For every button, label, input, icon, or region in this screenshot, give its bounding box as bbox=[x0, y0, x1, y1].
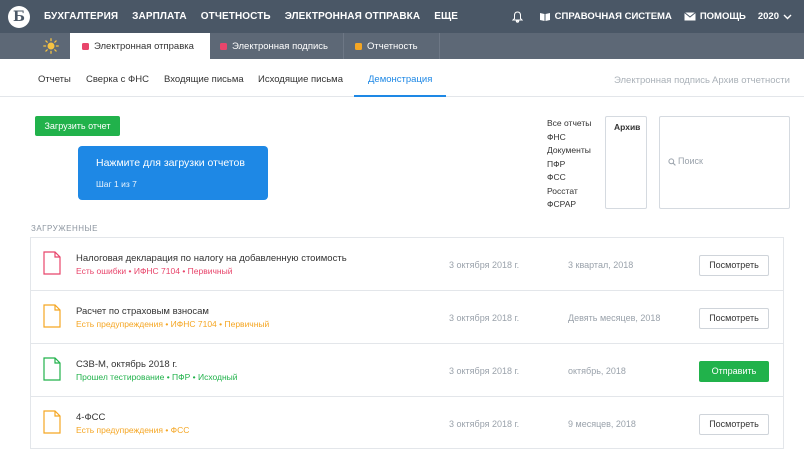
mail-icon bbox=[684, 12, 696, 21]
filter-fns[interactable]: ФНС bbox=[547, 131, 591, 145]
report-date: 3 октября 2018 г. bbox=[449, 419, 520, 429]
upload-report-button[interactable]: Загрузить отчет bbox=[35, 116, 120, 136]
report-status: Прошел тестирование • ПФР • Исходный bbox=[76, 372, 238, 382]
report-date: 3 октября 2018 г. bbox=[449, 366, 520, 376]
year-label: 2020 bbox=[757, 11, 779, 22]
report-period: 3 квартал, 2018 bbox=[568, 260, 634, 270]
table-row[interactable]: Расчет по страховым взносам Есть предупр… bbox=[30, 290, 784, 343]
section-tabs: Отчеты Сверка с ФНС Входящие письма Исхо… bbox=[0, 59, 804, 97]
report-name[interactable]: 4-ФСС bbox=[76, 412, 105, 423]
window-tab-label: Электронная подпись bbox=[232, 40, 328, 52]
nav-salary[interactable]: ЗАРПЛАТА bbox=[132, 11, 187, 22]
top-bar: Б БУХГАЛТЕРИЯ ЗАРПЛАТА ОТЧЕТНОСТЬ ЭЛЕКТР… bbox=[0, 0, 804, 33]
view-button[interactable]: Посмотреть bbox=[699, 414, 769, 435]
archive-filter[interactable]: Архив bbox=[605, 116, 647, 209]
sun-icon[interactable] bbox=[43, 38, 59, 54]
link-electronic-signature[interactable]: Электронная подпись bbox=[614, 59, 710, 97]
tab-color-marker bbox=[220, 42, 227, 50]
document-icon bbox=[43, 410, 61, 434]
window-tab-reporting[interactable]: Отчетность bbox=[345, 33, 440, 59]
report-period: октябрь, 2018 bbox=[568, 366, 626, 376]
tooltip-step: Шаг 1 из 7 bbox=[96, 179, 137, 189]
report-status: Есть предупреждения • ИФНС 7104 • Первич… bbox=[76, 319, 270, 329]
window-tab-electronic-sending[interactable]: Электронная отправка bbox=[70, 33, 210, 59]
report-filter-list: Все отчеты ФНС Документы ПФР ФСС Росстат… bbox=[547, 117, 591, 212]
tooltip-title: Нажмите для загрузки отчетов bbox=[96, 157, 245, 169]
nav-electronic-sending[interactable]: ЭЛЕКТРОННАЯ ОТПРАВКА bbox=[285, 11, 420, 22]
book-icon bbox=[539, 12, 550, 21]
report-date: 3 октября 2018 г. bbox=[449, 313, 520, 323]
section-title-uploaded: ЗАГРУЖЕННЫЕ bbox=[31, 224, 98, 233]
nav-more[interactable]: ЕЩЕ bbox=[434, 11, 458, 22]
nav-reporting[interactable]: ОТЧЕТНОСТЬ bbox=[201, 11, 271, 22]
bell-icon bbox=[511, 10, 523, 23]
onboarding-tooltip[interactable]: Нажмите для загрузки отчетов Шаг 1 из 7 bbox=[78, 146, 268, 200]
main-nav: БУХГАЛТЕРИЯ ЗАРПЛАТА ОТЧЕТНОСТЬ ЭЛЕКТРОН… bbox=[44, 0, 472, 33]
search-icon bbox=[668, 158, 676, 166]
search-input[interactable] bbox=[678, 156, 778, 166]
link-reporting-archive[interactable]: Архив отчетности bbox=[712, 59, 790, 97]
year-selector[interactable]: 2020 bbox=[758, 11, 792, 22]
nav-accounting[interactable]: БУХГАЛТЕРИЯ bbox=[44, 11, 118, 22]
window-tab-strip: Электронная отправка Электронная подпись… bbox=[0, 33, 804, 59]
uploaded-reports-list: Налоговая декларация по налогу на добавл… bbox=[30, 237, 784, 449]
report-period: 9 месяцев, 2018 bbox=[568, 419, 636, 429]
view-button[interactable]: Посмотреть bbox=[699, 308, 769, 329]
filter-pfr[interactable]: ПФР bbox=[547, 158, 591, 172]
notifications-button[interactable] bbox=[511, 10, 527, 23]
help-label: ПОМОЩЬ bbox=[699, 11, 746, 22]
tab-reports[interactable]: Отчеты bbox=[38, 59, 71, 97]
tab-fns-reconciliation[interactable]: Сверка с ФНС bbox=[86, 59, 149, 97]
report-period: Девять месяцев, 2018 bbox=[568, 313, 661, 323]
help-link[interactable]: ПОМОЩЬ bbox=[684, 11, 746, 22]
chevron-down-icon bbox=[783, 14, 792, 19]
table-row[interactable]: Налоговая декларация по налогу на добавл… bbox=[30, 237, 784, 290]
report-name[interactable]: СЗВ-М, октябрь 2018 г. bbox=[76, 359, 177, 370]
window-tab-electronic-signature[interactable]: Электронная подпись bbox=[210, 33, 344, 59]
filter-rosstat[interactable]: Росстат bbox=[547, 185, 591, 199]
app-logo[interactable]: Б bbox=[8, 6, 30, 28]
report-name[interactable]: Налоговая декларация по налогу на добавл… bbox=[76, 253, 347, 264]
window-tab-label: Электронная отправка bbox=[94, 40, 194, 52]
tab-demonstration[interactable]: Демонстрация bbox=[354, 59, 447, 97]
help-system-label: СПРАВОЧНАЯ СИСТЕМА bbox=[554, 11, 672, 22]
send-button[interactable]: Отправить bbox=[699, 361, 769, 382]
top-right-menu: СПРАВОЧНАЯ СИСТЕМА ПОМОЩЬ 2020 bbox=[500, 0, 792, 33]
report-date: 3 октября 2018 г. bbox=[449, 260, 520, 270]
filter-fsrar[interactable]: ФСРАР bbox=[547, 198, 591, 212]
filter-all-reports[interactable]: Все отчеты bbox=[547, 117, 591, 131]
filter-documents[interactable]: Документы bbox=[547, 144, 591, 158]
window-tab-label: Отчетность bbox=[367, 40, 418, 52]
tab-color-marker bbox=[82, 42, 89, 50]
table-row[interactable]: СЗВ-М, октябрь 2018 г. Прошел тестирован… bbox=[30, 343, 784, 396]
filter-fss[interactable]: ФСС bbox=[547, 171, 591, 185]
tab-incoming-letters[interactable]: Входящие письма bbox=[164, 59, 244, 97]
table-row[interactable]: 4-ФСС Есть предупреждения • ФСС 3 октябр… bbox=[30, 396, 784, 449]
help-system-link[interactable]: СПРАВОЧНАЯ СИСТЕМА bbox=[539, 11, 672, 22]
report-status: Есть ошибки • ИФНС 7104 • Первичный bbox=[76, 266, 233, 276]
report-name[interactable]: Расчет по страховым взносам bbox=[76, 306, 209, 317]
tab-color-marker bbox=[355, 42, 362, 50]
document-icon bbox=[43, 304, 61, 328]
document-icon bbox=[43, 357, 61, 381]
search-box[interactable] bbox=[659, 116, 790, 209]
view-button[interactable]: Посмотреть bbox=[699, 255, 769, 276]
document-icon bbox=[43, 251, 61, 275]
tab-outgoing-letters[interactable]: Исходящие письма bbox=[258, 59, 343, 97]
